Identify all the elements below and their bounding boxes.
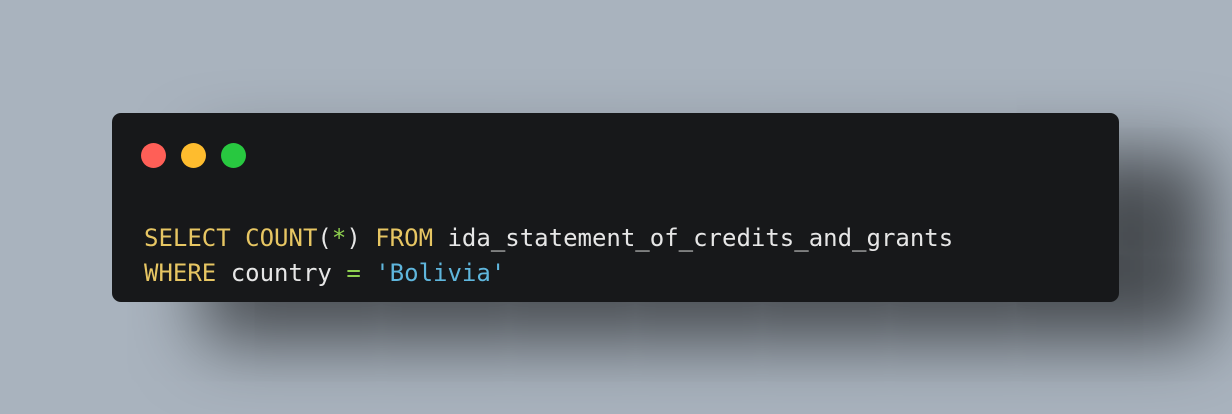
maximize-button[interactable]	[221, 143, 246, 168]
function-count: COUNT	[245, 224, 318, 252]
column-name: country	[230, 259, 332, 287]
window-controls	[141, 143, 246, 168]
sql-code-block: SELECT COUNT(*) FROM ida_statement_of_cr…	[144, 221, 953, 291]
keyword-from: FROM	[375, 224, 434, 252]
keyword-where: WHERE	[144, 259, 217, 287]
code-line-1: SELECT COUNT(*) FROM ida_statement_of_cr…	[144, 221, 953, 256]
code-line-2: WHERE country = 'Bolivia'	[144, 256, 953, 291]
minimize-button[interactable]	[181, 143, 206, 168]
keyword-select: SELECT	[144, 224, 231, 252]
string-literal: 'Bolivia'	[375, 259, 506, 287]
equals-operator: =	[346, 259, 361, 287]
close-paren: )	[346, 224, 361, 252]
star-operator: *	[331, 224, 347, 252]
close-button[interactable]	[141, 143, 166, 168]
table-name: ida_statement_of_credits_and_grants	[447, 224, 954, 252]
code-window: SELECT COUNT(*) FROM ida_statement_of_cr…	[112, 113, 1119, 302]
open-paren: (	[317, 224, 332, 252]
